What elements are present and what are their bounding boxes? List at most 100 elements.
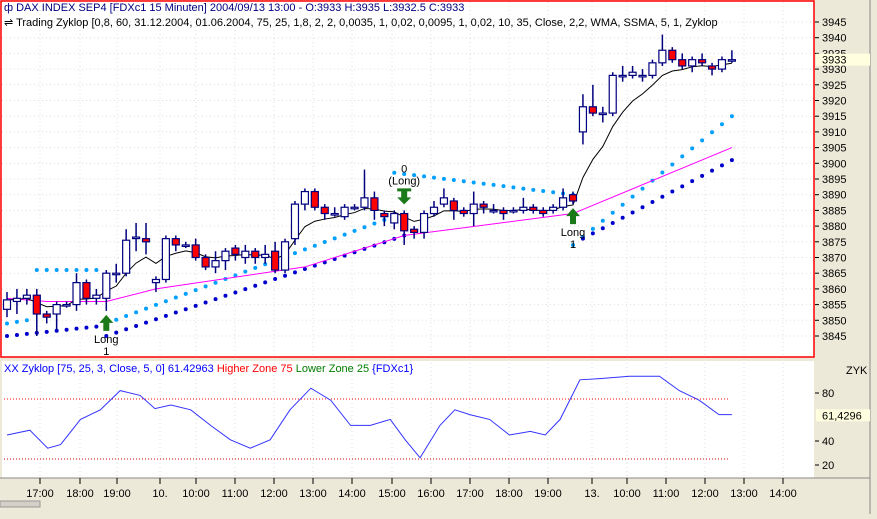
- candle: [519, 206, 528, 211]
- stop-dot-dark: [24, 331, 29, 336]
- candle: [300, 190, 309, 205]
- time-tick-label: 13:00: [299, 488, 327, 500]
- candle: [628, 71, 637, 76]
- candle: [568, 194, 578, 202]
- chart-canvas[interactable]: 3945394039353930392539203915391039053900…: [0, 0, 877, 514]
- osc-tick-label: 40: [822, 436, 834, 448]
- time-tick-label: 11:00: [222, 488, 249, 500]
- stop-dot-light: [253, 265, 258, 270]
- stop-dot-dark: [660, 194, 665, 199]
- stop-dot-light: [670, 162, 675, 167]
- candle: [717, 59, 727, 70]
- stop-dot-light: [153, 302, 158, 307]
- stop-dot-light: [660, 170, 665, 175]
- stop-dot-light: [302, 247, 307, 252]
- candle: [102, 272, 111, 299]
- stop-dot-dark: [94, 324, 99, 329]
- candle: [380, 212, 389, 218]
- candle: [131, 236, 141, 240]
- oscillator-panel: [2, 361, 814, 478]
- stop-dot-light: [193, 288, 198, 293]
- time-tick-label: 18:00: [495, 488, 523, 500]
- stop-dot-light: [54, 268, 59, 273]
- indicator-line: Trading Zyklop [0,8, 60, 31.12.2004, 01.…: [16, 17, 718, 29]
- time-tick-label: 14:00: [769, 488, 797, 500]
- candle: [697, 59, 707, 64]
- lower-zone-label: Lower Zone 25: [295, 363, 370, 375]
- candle: [310, 190, 319, 208]
- candle: [241, 250, 250, 259]
- osc-tick-label: 20: [822, 460, 834, 472]
- stop-dot-light: [700, 138, 705, 143]
- stop-dot-dark: [124, 327, 129, 332]
- candle: [42, 313, 51, 318]
- stop-dot-light: [5, 321, 9, 326]
- stop-dot-dark: [183, 307, 188, 312]
- stop-dot-light: [173, 295, 178, 300]
- stop-dot-light: [422, 174, 427, 179]
- candle: [211, 260, 220, 268]
- stop-dot-dark: [719, 163, 724, 168]
- candle: [151, 278, 161, 284]
- oscillator-name: XX Zyklop [75, 25, 3, Close, 5, 0] 61.42…: [4, 363, 214, 375]
- time-tick-label: 17:00: [456, 488, 484, 500]
- stop-dot-light: [481, 181, 486, 186]
- stop-dot-light: [352, 228, 357, 233]
- candle: [161, 238, 170, 281]
- candle: [340, 206, 349, 218]
- stop-dot-light: [511, 185, 516, 190]
- candle: [72, 282, 81, 306]
- stop-dot-light: [710, 130, 715, 135]
- stop-dot-light: [84, 268, 89, 273]
- candle: [390, 212, 399, 224]
- candle: [678, 59, 687, 67]
- indicator-header: ⇌ Trading Zyklop [0,8, 60, 31.12.2004, 0…: [4, 16, 718, 29]
- price-tick-label: 3915: [822, 111, 846, 123]
- stop-dot-dark: [729, 158, 734, 163]
- chart-window[interactable]: 3945394039353930392539203915391039053900…: [0, 0, 877, 514]
- stop-dot-dark: [233, 290, 238, 295]
- stop-dot-dark: [44, 329, 49, 334]
- time-tick-label: 15:00: [378, 488, 406, 500]
- candle-icon: ф: [4, 2, 17, 14]
- price-tick-label: 3885: [822, 205, 846, 217]
- price-tick-label: 3880: [822, 221, 846, 233]
- signal-label: Long: [561, 227, 585, 239]
- stop-dot-light: [134, 310, 139, 315]
- candle: [261, 253, 270, 259]
- candle: [2, 299, 12, 310]
- stop-dot-light: [441, 176, 446, 181]
- stop-dot-light: [322, 240, 327, 245]
- time-tick-label: 16:00: [417, 488, 445, 500]
- stop-dot-light: [630, 194, 635, 199]
- stop-dot-dark: [223, 293, 228, 298]
- stop-dot-light: [501, 184, 506, 189]
- stop-dot-dark: [64, 327, 69, 332]
- price-tick-label: 3910: [822, 127, 846, 139]
- stop-dot-light: [114, 317, 119, 322]
- time-tick-label: 12:00: [260, 488, 288, 500]
- stop-dot-light: [690, 146, 695, 151]
- candle: [509, 209, 518, 213]
- stop-dot-dark: [14, 332, 19, 337]
- stop-dot-light: [521, 186, 526, 191]
- stop-dot-dark: [84, 325, 89, 330]
- price-tick-label: 3865: [822, 268, 846, 280]
- price-tick-label: 3895: [822, 174, 846, 186]
- stop-dot-dark: [600, 226, 605, 231]
- stop-dot-light: [362, 225, 367, 230]
- time-tick-label: 19:00: [103, 488, 131, 500]
- symbol-line: DAX INDEX SEP4 [FDXc1 15 Minuten] 2004/0…: [16, 2, 465, 14]
- stop-dot-dark: [263, 280, 268, 285]
- stop-dot-dark: [144, 320, 149, 325]
- oscillator-header: XX Zyklop [75, 25, 3, Close, 5, 0] 61.42…: [4, 363, 413, 375]
- candle: [251, 250, 260, 259]
- stop-dot-dark: [203, 300, 208, 305]
- last-osc-label: 61,4296: [822, 410, 862, 422]
- time-tick-label: 10:00: [613, 488, 641, 500]
- time-tick-label: 10:00: [182, 488, 210, 500]
- stop-dot-dark: [243, 287, 248, 292]
- candle: [638, 74, 647, 78]
- stop-dot-dark: [163, 313, 168, 318]
- osc-axis-label: ZYK: [846, 365, 868, 377]
